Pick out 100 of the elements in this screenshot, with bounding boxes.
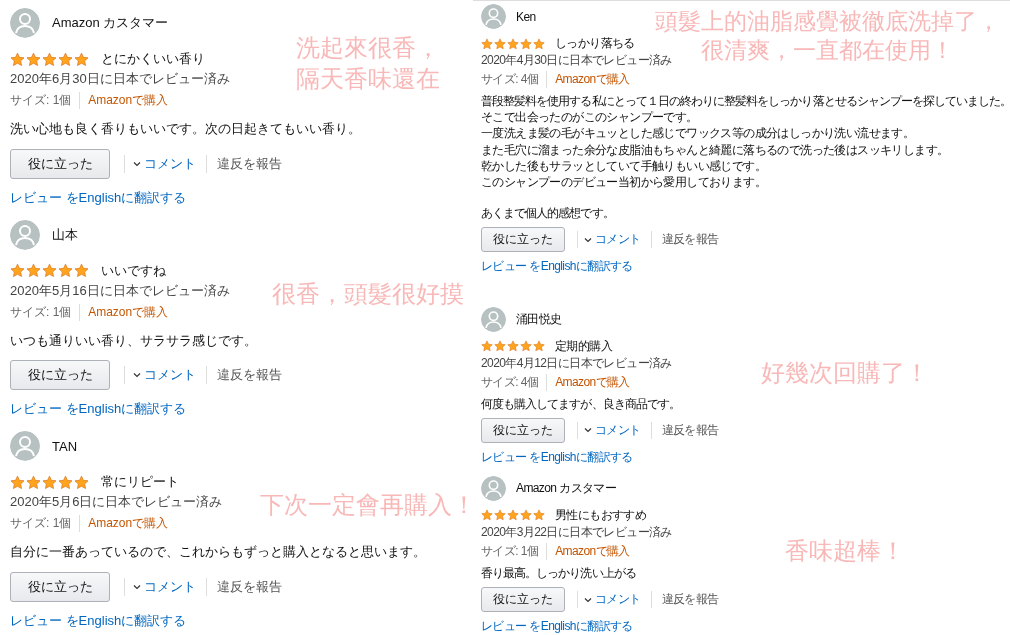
chevron-down-icon [584, 236, 592, 243]
annotation-text: 香味超棒！ [785, 535, 905, 566]
star-icon [74, 263, 89, 279]
avatar-icon [10, 8, 40, 38]
comment-link[interactable]: コメント [124, 366, 196, 385]
size-label: サイズ: 1個 [10, 515, 81, 533]
translate-link[interactable]: レビュー をEnglishに翻訳する [10, 188, 187, 207]
review-text: このシャンプーのデビュー当初から愛用しております。 [481, 173, 766, 191]
review-date: 2020年4月12日に日本でレビュー済み [481, 354, 672, 372]
star-icon [42, 51, 57, 67]
avatar-icon [481, 306, 506, 332]
verified-purchase: Amazonで購入 [87, 515, 169, 533]
star-icon [520, 340, 532, 353]
annotation-text: 好幾次回購了！ [761, 357, 929, 388]
size-label: サイズ: 1個 [10, 92, 81, 109]
star-icon [533, 340, 545, 353]
star-icon [74, 51, 89, 67]
chevron-down-icon [133, 583, 141, 590]
star-icon [507, 37, 519, 50]
report-link[interactable]: 違反を報告 [206, 577, 282, 596]
annotation-text: 下次一定會再購入！ [259, 490, 476, 521]
verified-purchase: Amazonで購入 [87, 92, 169, 109]
translate-link[interactable]: レビュー をEnglishに翻訳する [481, 258, 633, 276]
reviewer-name: Ken [516, 9, 536, 24]
review-title: 常にリピート [101, 473, 179, 492]
star-icon [42, 263, 57, 279]
review-text: 一度洗えま髪の毛がキュッとした感じでワックス等の成分はしっかり洗い流せます。 [481, 125, 915, 142]
review-text: 何度も購入してますが、良き商品です。 [481, 395, 680, 412]
comment-link[interactable]: コメント [577, 421, 641, 439]
star-icon [58, 263, 73, 279]
star-icon [26, 474, 41, 490]
comment-link[interactable]: コメント [124, 154, 196, 173]
reviewer-name: 涌田悦史 [516, 310, 562, 328]
star-icon [26, 51, 41, 67]
chevron-down-icon [133, 160, 141, 167]
avatar-icon [10, 219, 40, 250]
size-label: サイズ: 4個 [481, 71, 548, 88]
helpful-button[interactable]: 役に立った [10, 360, 110, 391]
star-icon [74, 474, 89, 490]
review-text: そこで出会ったのがこのシャンプーです。 [481, 109, 698, 126]
report-link[interactable]: 違反を報告 [206, 154, 282, 173]
star-icon [10, 51, 25, 67]
comment-link[interactable]: コメント [124, 577, 196, 596]
helpful-button[interactable]: 役に立った [10, 148, 110, 179]
translate-link[interactable]: レビュー をEnglishに翻訳する [10, 611, 187, 630]
helpful-button[interactable]: 役に立った [10, 571, 110, 602]
verified-purchase: Amazonで購入 [554, 71, 630, 88]
review-title: 男性にもおすすめ [555, 506, 647, 524]
star-icon [533, 509, 545, 522]
annotation-text: 很香，頭髮很好摸 [271, 278, 464, 309]
review-title: 定期的購入 [555, 337, 612, 355]
comment-link[interactable]: コメント [577, 231, 641, 249]
star-icon [481, 340, 493, 353]
review-text: また毛穴に溜まった余分な皮脂油もちゃんと綺麗に落ちるので洗った後はスッキリします。 [481, 141, 949, 158]
helpful-button[interactable]: 役に立った [481, 417, 565, 443]
helpful-button[interactable]: 役に立った [481, 227, 565, 253]
annotation-text: 隔天香味還在 [295, 64, 440, 95]
report-link[interactable]: 違反を報告 [206, 366, 282, 385]
annotation-text: 洗起來很香， [295, 33, 440, 63]
helpful-button[interactable]: 役に立った [481, 587, 565, 612]
star-icon [10, 263, 25, 279]
annotation-text: 頭髮上的油脂感覺被徹底洗掉了， [655, 7, 1000, 36]
star-icon [481, 509, 493, 522]
star-icon [520, 37, 532, 50]
report-link[interactable]: 違反を報告 [650, 421, 719, 439]
review-text: 普段整髪料を使用する私にとって１日の終わりに整髪料をしっかり落とせるシャンプーを探していました。 [481, 93, 1010, 110]
translate-link[interactable]: レビュー をEnglishに翻訳する [481, 618, 633, 635]
star-icon [494, 340, 506, 353]
avatar-icon [481, 4, 506, 29]
avatar-icon [10, 431, 40, 462]
reviewer-name: TAN [52, 438, 78, 454]
chevron-down-icon [584, 596, 592, 603]
review-text: 乾かした後もサラッとしていて手触りもいい感じです。 [481, 157, 766, 174]
translate-link[interactable]: レビュー をEnglishに翻訳する [10, 400, 187, 419]
report-link[interactable]: 違反を報告 [650, 591, 719, 608]
review-text: いつも通りいい香り、サラサラ感じです。 [10, 331, 257, 350]
review-title: とにかくいい香り [101, 50, 205, 68]
review-date: 2020年6月30日に日本でレビュー済み [10, 70, 230, 88]
star-icon [481, 37, 493, 50]
size-label: サイズ: 1個 [10, 303, 81, 321]
star-icon [520, 509, 532, 522]
annotation-text: 很清爽，一直都在使用！ [701, 35, 954, 65]
review-text: 洗い心地も良く香りもいいです。次の日起きてもいい香り。 [10, 120, 361, 138]
star-icon [58, 474, 73, 490]
reviewer-name: 山本 [52, 225, 78, 244]
report-link[interactable]: 違反を報告 [650, 231, 719, 249]
review-date: 2020年5月16日に日本でレビュー済み [10, 281, 230, 300]
reviewer-name: Amazon カスタマー [52, 14, 169, 32]
star-icon [507, 340, 519, 353]
comment-link[interactable]: コメント [577, 591, 641, 608]
star-icon [58, 51, 73, 67]
review-text: あくまで個人的感想です。 [481, 205, 614, 222]
size-label: サイズ: 4個 [481, 373, 548, 391]
star-icon [42, 474, 57, 490]
verified-purchase: Amazonで購入 [87, 303, 169, 321]
review-date: 2020年3月22日に日本でレビュー済み [481, 523, 672, 541]
chevron-down-icon [133, 372, 141, 379]
review-text: 自分に一番あっているので、これからもずっと購入となると思います。 [10, 543, 426, 562]
chevron-down-icon [584, 427, 592, 434]
translate-link[interactable]: レビュー をEnglishに翻訳する [481, 448, 633, 466]
